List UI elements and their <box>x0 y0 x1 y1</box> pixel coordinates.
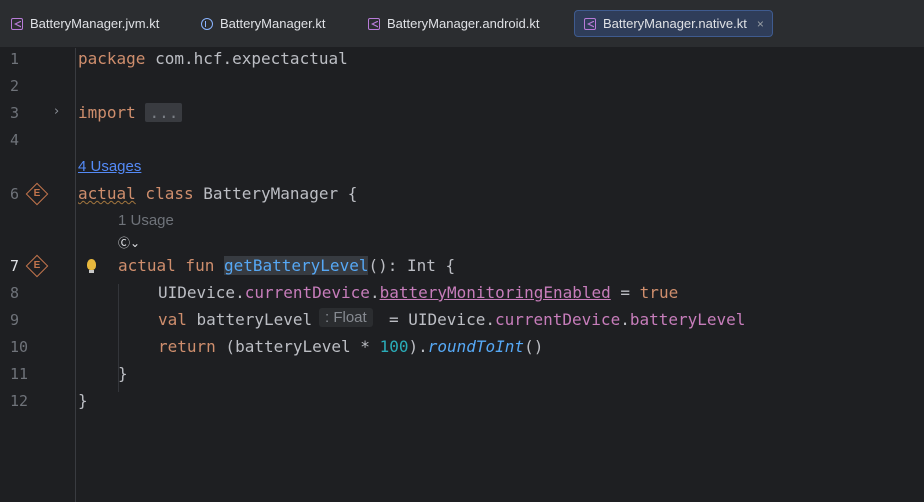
close-icon[interactable]: × <box>757 17 764 31</box>
line-number: 10 <box>10 338 29 356</box>
function-usages-hint[interactable]: 1 Usage <box>118 212 174 229</box>
code-line-3: import ... <box>78 103 183 122</box>
tab-label: BatteryManager.jvm.kt <box>30 16 160 31</box>
tab-batterymanager-common[interactable]: BatteryManager.kt <box>192 10 334 37</box>
expect-file-icon <box>200 17 214 31</box>
lightbulb-icon[interactable] <box>87 259 96 273</box>
ai-assistant-icon[interactable]: Ⓒ⌄ <box>118 234 140 251</box>
gutter-divider <box>75 48 76 502</box>
line-number: 2 <box>10 77 20 95</box>
code-line-9-right: = UIDevice.currentDevice.batteryLevel <box>389 310 746 329</box>
code-line-11: } <box>118 364 128 383</box>
tab-batterymanager-android[interactable]: BatteryManager.android.kt <box>359 10 547 37</box>
line-number: 11 <box>10 365 29 383</box>
code-editor[interactable]: 1 2 3 4 6 7 8 9 10 11 12 › E E package c… <box>0 48 924 502</box>
code-line-10: return (batteryLevel * 100).roundToInt() <box>158 337 544 356</box>
kotlin-file-icon <box>583 17 597 31</box>
line-number: 4 <box>10 131 20 149</box>
folded-imports[interactable]: ... <box>145 103 183 122</box>
class-usages-link[interactable]: 4 Usages <box>78 158 141 175</box>
fold-expand-icon[interactable]: › <box>54 104 59 119</box>
code-line-9-left: val batteryLevel <box>158 310 313 329</box>
line-number: 8 <box>10 284 20 302</box>
tab-label: BatteryManager.native.kt <box>603 16 747 31</box>
code-line-7: actual fun getBatteryLevel(): Int { <box>118 256 456 275</box>
line-number: 12 <box>10 392 29 410</box>
tab-batterymanager-jvm[interactable]: BatteryManager.jvm.kt <box>2 10 167 37</box>
editor-tab-bar: BatteryManager.jvm.kt BatteryManager.kt … <box>0 0 924 48</box>
line-number: 1 <box>10 50 20 68</box>
line-number: 9 <box>10 311 20 329</box>
tab-label: BatteryManager.kt <box>220 16 326 31</box>
kotlin-file-icon <box>10 17 24 31</box>
line-number: 3 <box>10 104 20 122</box>
type-inlay-hint[interactable]: : Float <box>319 308 373 327</box>
code-line-1: package com.hcf.expectactual <box>78 49 348 68</box>
tab-label: BatteryManager.android.kt <box>387 16 540 31</box>
code-line-8: UIDevice.currentDevice.batteryMonitoring… <box>158 283 679 302</box>
kotlin-file-icon <box>367 17 381 31</box>
code-line-6: actual class BatteryManager { <box>78 184 358 203</box>
tab-batterymanager-native[interactable]: BatteryManager.native.kt × <box>574 10 773 37</box>
code-line-12: } <box>78 391 88 410</box>
